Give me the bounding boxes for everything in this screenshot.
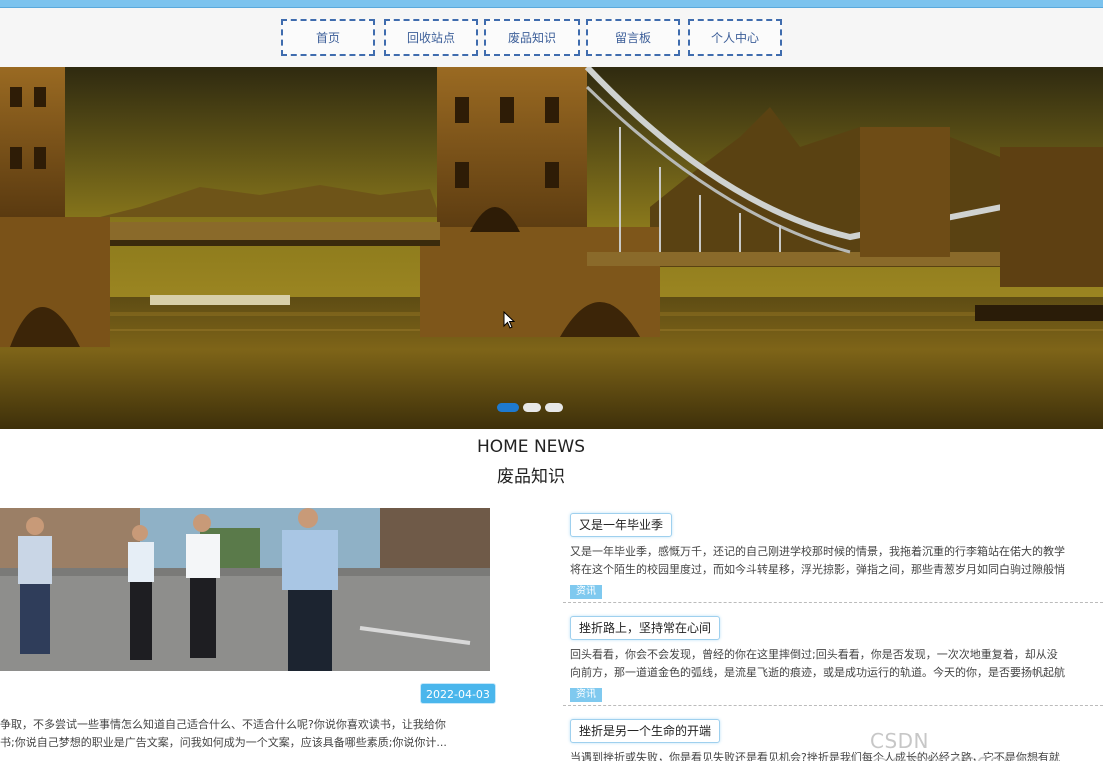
news-summary: 又是一年毕业季，感慨万千，还记的自己刚进学校那时候的情景，我拖着沉重的行李箱站在… [570,543,1103,579]
news-divider [563,602,1103,603]
news-summary-line-1: 又是一年毕业季，感慨万千，还记的自己刚进学校那时候的情景，我拖着沉重的行李箱站在… [570,545,1065,558]
nav-user-center[interactable]: 个人中心 [688,19,782,56]
featured-excerpt: 争取，不多尝试一些事情怎么知道自己适合什么、不适合什么呢?你说你喜欢读书，让我给… [0,716,496,752]
carousel-dot-2[interactable] [523,403,541,412]
watermark: CSDN @QQ860660016 [870,729,1042,761]
news-summary-line-2: 将在这个陌生的校园里度过，而如今斗转星移，浮光掠影，弹指之间，那些青葱岁月如同白… [570,563,1065,576]
top-accent-strip [0,0,1103,8]
featured-excerpt-line-1: 争取，不多尝试一些事情怎么知道自己适合什么、不适合什么呢?你说你喜欢读书，让我给… [0,718,446,731]
news-title-link[interactable]: 又是一年毕业季 [570,513,673,537]
news-category-tag[interactable]: 资讯 [570,585,602,599]
news-item: 又是一年毕业季 又是一年毕业季，感慨万千，还记的自己刚进学校那时候的情景，我拖着… [570,513,1103,599]
news-summary-line-1: 回头看看，你会不会发现，曾经的你在这里摔倒过;回头看看，你是否发现，一次次地重复… [570,648,1058,661]
nav-message-board[interactable]: 留言板 [586,19,680,56]
nav-recycle-stations[interactable]: 回收站点 [384,19,478,56]
news-summary-line-2: 向前方，那一道道金色的弧线，是流星飞逝的痕迹，或是成功运行的轨道。今天的你，是否… [570,666,1065,679]
featured-excerpt-line-2: 书;你说自己梦想的职业是广告文案，问我如何成为一个文案，应该具备哪些素质;你说你… [0,736,447,749]
featured-news-image[interactable] [0,508,490,671]
nav-bar: 首页 回收站点 废品知识 留言板 个人中心 [0,8,1103,67]
news-summary: 回头看看，你会不会发现，曾经的你在这里摔倒过;回头看看，你是否发现，一次次地重复… [570,646,1103,682]
banner-carousel[interactable] [0,67,1103,429]
carousel-indicators [497,403,563,412]
featured-photo-people-walking [0,508,490,671]
news-divider [563,705,1103,706]
section-title-cn: 废品知识 [497,467,565,487]
banner-image-tower-bridge [0,67,1103,429]
news-category-tag[interactable]: 资讯 [570,688,602,702]
mouse-cursor-icon [503,311,515,329]
nav-home[interactable]: 首页 [281,19,375,56]
news-item: 挫折路上，坚持常在心间 回头看看，你会不会发现，曾经的你在这里摔倒过;回头看看，… [570,616,1103,702]
news-title-link[interactable]: 挫折是另一个生命的开端 [570,719,721,743]
nav-waste-knowledge[interactable]: 废品知识 [484,19,580,56]
carousel-dot-3[interactable] [545,403,563,412]
carousel-dot-1[interactable] [497,403,519,412]
section-title-en: HOME NEWS [476,437,586,457]
news-title-link[interactable]: 挫折路上，坚持常在心间 [570,616,721,640]
featured-date-badge: 2022-04-03 [420,683,496,704]
